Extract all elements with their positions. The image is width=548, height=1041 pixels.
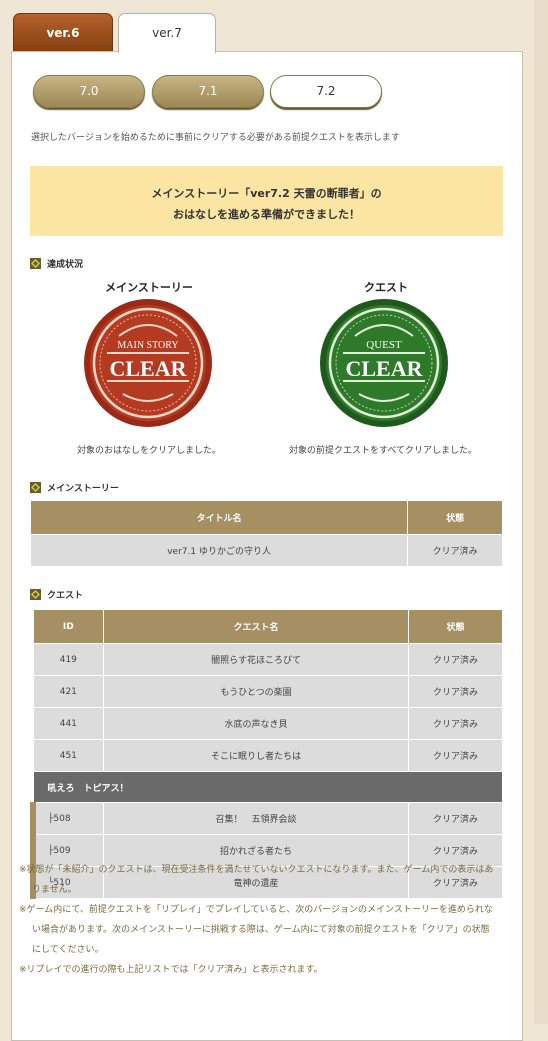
- page-description: 選択したバージョンを始めるために事前にクリアする必要がある前提クエストを表示しま…: [31, 133, 400, 143]
- notice-line-1: メインストーリー「ver7.2 天雷の断罪者」の: [151, 187, 382, 200]
- main-story-status-title: メインストーリー: [105, 281, 193, 294]
- quest-name-cell: 水底の声なき貝: [103, 707, 409, 740]
- table-row: 441 水底の声なき貝 クリア済み: [32, 707, 504, 740]
- main-story-caption-wrap: 対象のおはなしをクリアしました。: [49, 443, 249, 456]
- quest-group-row: 吼えろ トピアス！: [32, 771, 503, 803]
- column-header-id: ID: [32, 609, 105, 644]
- main-story-name-cell: ver7.1 ゆりかごの守り人: [29, 534, 409, 567]
- quest-section-heading: クエスト: [30, 588, 83, 601]
- status-cell: クリア済み: [407, 739, 504, 772]
- main-story-section-title: メインストーリー: [47, 484, 119, 494]
- footnote-replay-status: ※リプレイでの進行の際も上記リストでは「クリア済み」と表示されます。: [19, 965, 323, 975]
- quest-id-cell: ├508: [30, 802, 105, 835]
- diamond-icon: [30, 482, 41, 493]
- quest-id-cell: 421: [32, 675, 105, 708]
- version-button-7-2[interactable]: 7.2: [270, 75, 382, 108]
- footnotes: ※状態が「未紹介」のクエストは、現在受注条件を満たせていないクエストになります。…: [19, 860, 495, 980]
- status-cell: クリア済み: [407, 534, 503, 567]
- notice-line-2: おはなしを進める準備ができました！: [173, 208, 360, 221]
- version-button-7-1[interactable]: 7.1: [152, 75, 264, 108]
- version-button-7-0[interactable]: 7.0: [33, 75, 145, 108]
- quest-stamp-top-text: QUEST: [366, 339, 402, 351]
- page-edge: [534, 0, 548, 1024]
- quest-clear-stamp: QUEST CLEAR: [319, 298, 449, 428]
- main-story-status: メインストーリー: [49, 279, 249, 295]
- quest-id-cell: 441: [32, 707, 105, 740]
- quest-table: ID クエスト名 状態 419 闇照らす花ほころびて クリア済み 421 もうひ…: [30, 609, 504, 899]
- status-cell: クリア済み: [407, 675, 504, 708]
- column-header-quest-name: クエスト名: [103, 609, 409, 644]
- table-row: 421 もうひとつの楽園 クリア済み: [32, 675, 504, 708]
- table-header-row: タイトル名 状態: [29, 500, 503, 535]
- quest-status: クエスト: [286, 279, 486, 295]
- table-row: ├508 召集！ 五領界会談 クリア済み: [30, 802, 504, 835]
- status-cell: クリア済み: [407, 707, 504, 740]
- diamond-icon: [30, 589, 41, 600]
- main-stamp-top-text: MAIN STORY: [117, 340, 178, 351]
- column-header-status: 状態: [407, 609, 504, 644]
- footnote-replay-warning: ※ゲーム内にて、前提クエストを「リプレイ」でプレイしていると、次のバージョンのメ…: [19, 905, 493, 955]
- status-section-title: 達成状況: [47, 260, 84, 270]
- quest-section-title: クエスト: [47, 591, 84, 601]
- footnote-unintroduced: ※状態が「未紹介」のクエストは、現在受注条件を満たせていないクエストになります。…: [19, 865, 494, 895]
- quest-stamp-clear-text: CLEAR: [345, 356, 423, 381]
- ready-notice: メインストーリー「ver7.2 天雷の断罪者」の おはなしを進める準備ができまし…: [30, 166, 503, 236]
- column-header-title: タイトル名: [29, 500, 409, 535]
- main-story-section-heading: メインストーリー: [30, 481, 119, 494]
- table-row: ver7.1 ゆりかごの守り人 クリア済み: [29, 534, 503, 567]
- main-story-caption: 対象のおはなしをクリアしました。: [76, 446, 221, 456]
- quest-id-cell: 419: [32, 643, 105, 676]
- main-story-clear-stamp: MAIN STORY CLEAR: [83, 298, 213, 428]
- quest-caption: 対象の前提クエストをすべてクリアしました。: [288, 446, 477, 456]
- column-header-status: 状態: [407, 500, 503, 535]
- main-story-table: タイトル名 状態 ver7.1 ゆりかごの守り人 クリア済み: [29, 500, 503, 567]
- table-header-row: ID クエスト名 状態: [32, 609, 504, 644]
- quest-caption-wrap: 対象の前提クエストをすべてクリアしました。: [283, 443, 483, 456]
- quest-name-cell: そこに眠りし者たちは: [103, 739, 409, 772]
- tab-ver6[interactable]: ver.6: [13, 13, 113, 52]
- quest-name-cell: 召集！ 五領界会談: [103, 802, 409, 835]
- quest-id-cell: 451: [32, 739, 105, 772]
- quest-name-cell: 闇照らす花ほころびて: [103, 643, 409, 676]
- tab-ver7[interactable]: ver.7: [118, 13, 216, 53]
- status-cell: クリア済み: [407, 802, 504, 835]
- main-stamp-clear-text: CLEAR: [109, 356, 187, 381]
- quest-status-title: クエスト: [364, 281, 408, 294]
- diamond-icon: [30, 258, 41, 269]
- table-row: 419 闇照らす花ほころびて クリア済み: [32, 643, 504, 676]
- version-tabs: ver.6 ver.7: [0, 0, 548, 53]
- quest-group-title: 吼えろ トピアス！: [32, 771, 503, 803]
- status-cell: クリア済み: [407, 643, 504, 676]
- status-section-heading: 達成状況: [30, 257, 83, 270]
- quest-name-cell: もうひとつの楽園: [103, 675, 409, 708]
- table-row: 451 そこに眠りし者たちは クリア済み: [32, 739, 504, 772]
